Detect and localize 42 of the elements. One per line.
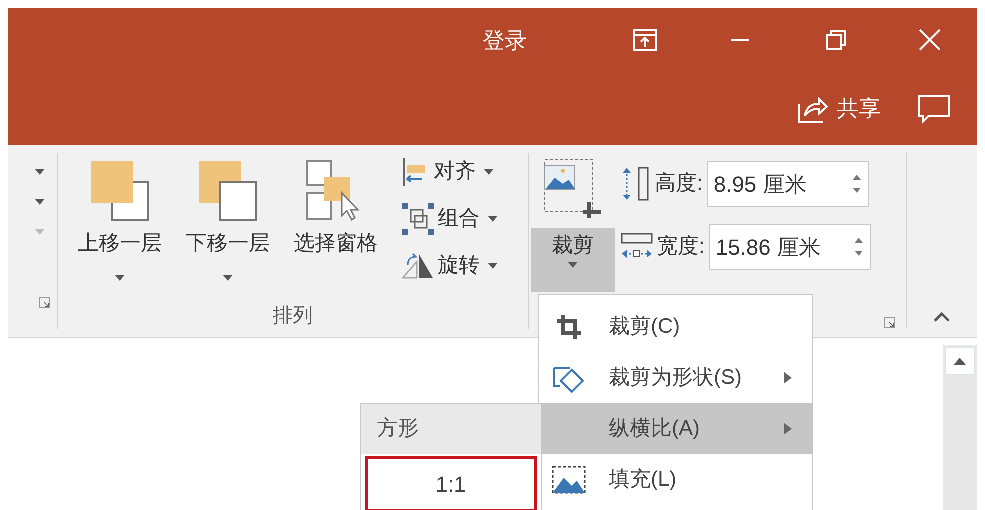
submenu-header: 方形 [361, 404, 541, 454]
width-icon [621, 233, 653, 261]
fill-picture-icon [552, 466, 586, 494]
group-icon [402, 203, 434, 235]
crop-button[interactable]: 裁剪 [531, 152, 615, 297]
scroll-up-icon[interactable] [954, 357, 966, 365]
share-button[interactable]: 共享 [797, 92, 881, 125]
caret-icon [484, 169, 494, 175]
caret-icon[interactable] [35, 199, 45, 205]
ribbon-display-icon[interactable] [632, 28, 658, 52]
bring-forward-icon [90, 160, 150, 222]
small-ribbon-button[interactable]: 对齐 [400, 150, 500, 194]
height-icon [621, 167, 651, 201]
large-ribbon-button[interactable]: 下移一层 [178, 160, 278, 295]
caret-icon [488, 263, 498, 269]
rotate-icon [402, 253, 434, 279]
small-ribbon-button[interactable]: 旋转 [400, 244, 500, 288]
group-label: 排列 [272, 304, 314, 329]
caret-icon[interactable] [35, 169, 45, 175]
size-input[interactable]: 8.95 厘米 [706, 161, 869, 207]
collapse-ribbon-icon[interactable] [934, 312, 950, 322]
menu-item[interactable]: 1:1 [365, 456, 537, 510]
size-input[interactable]: 15.86 厘米 [708, 224, 871, 270]
menu-item[interactable]: 填充(L) [539, 454, 812, 505]
sign-in-link[interactable]: 登录 [483, 24, 527, 56]
caret-icon [568, 262, 578, 268]
menu-item[interactable]: 纵横比(A) [539, 403, 812, 454]
field-label: 高度: [655, 171, 703, 198]
comment-icon[interactable] [917, 94, 951, 124]
field-label: 宽度: [657, 234, 705, 260]
send-backward-icon [198, 160, 258, 222]
menu-item[interactable]: 裁剪(C) [539, 301, 812, 352]
menu-item[interactable]: 裁剪为形状(S) [539, 352, 812, 403]
scrollbar[interactable] [943, 345, 977, 510]
close-icon[interactable] [916, 28, 942, 52]
dialog-launcher-icon [39, 297, 51, 309]
large-ribbon-button[interactable]: 上移一层 [70, 160, 170, 295]
caret-icon [488, 216, 498, 222]
large-ribbon-button[interactable]: 选择窗格 [286, 160, 386, 295]
crop-icon [556, 314, 582, 340]
dialog-launcher-icon [884, 317, 896, 329]
small-ribbon-button[interactable]: 组合 [400, 197, 500, 241]
